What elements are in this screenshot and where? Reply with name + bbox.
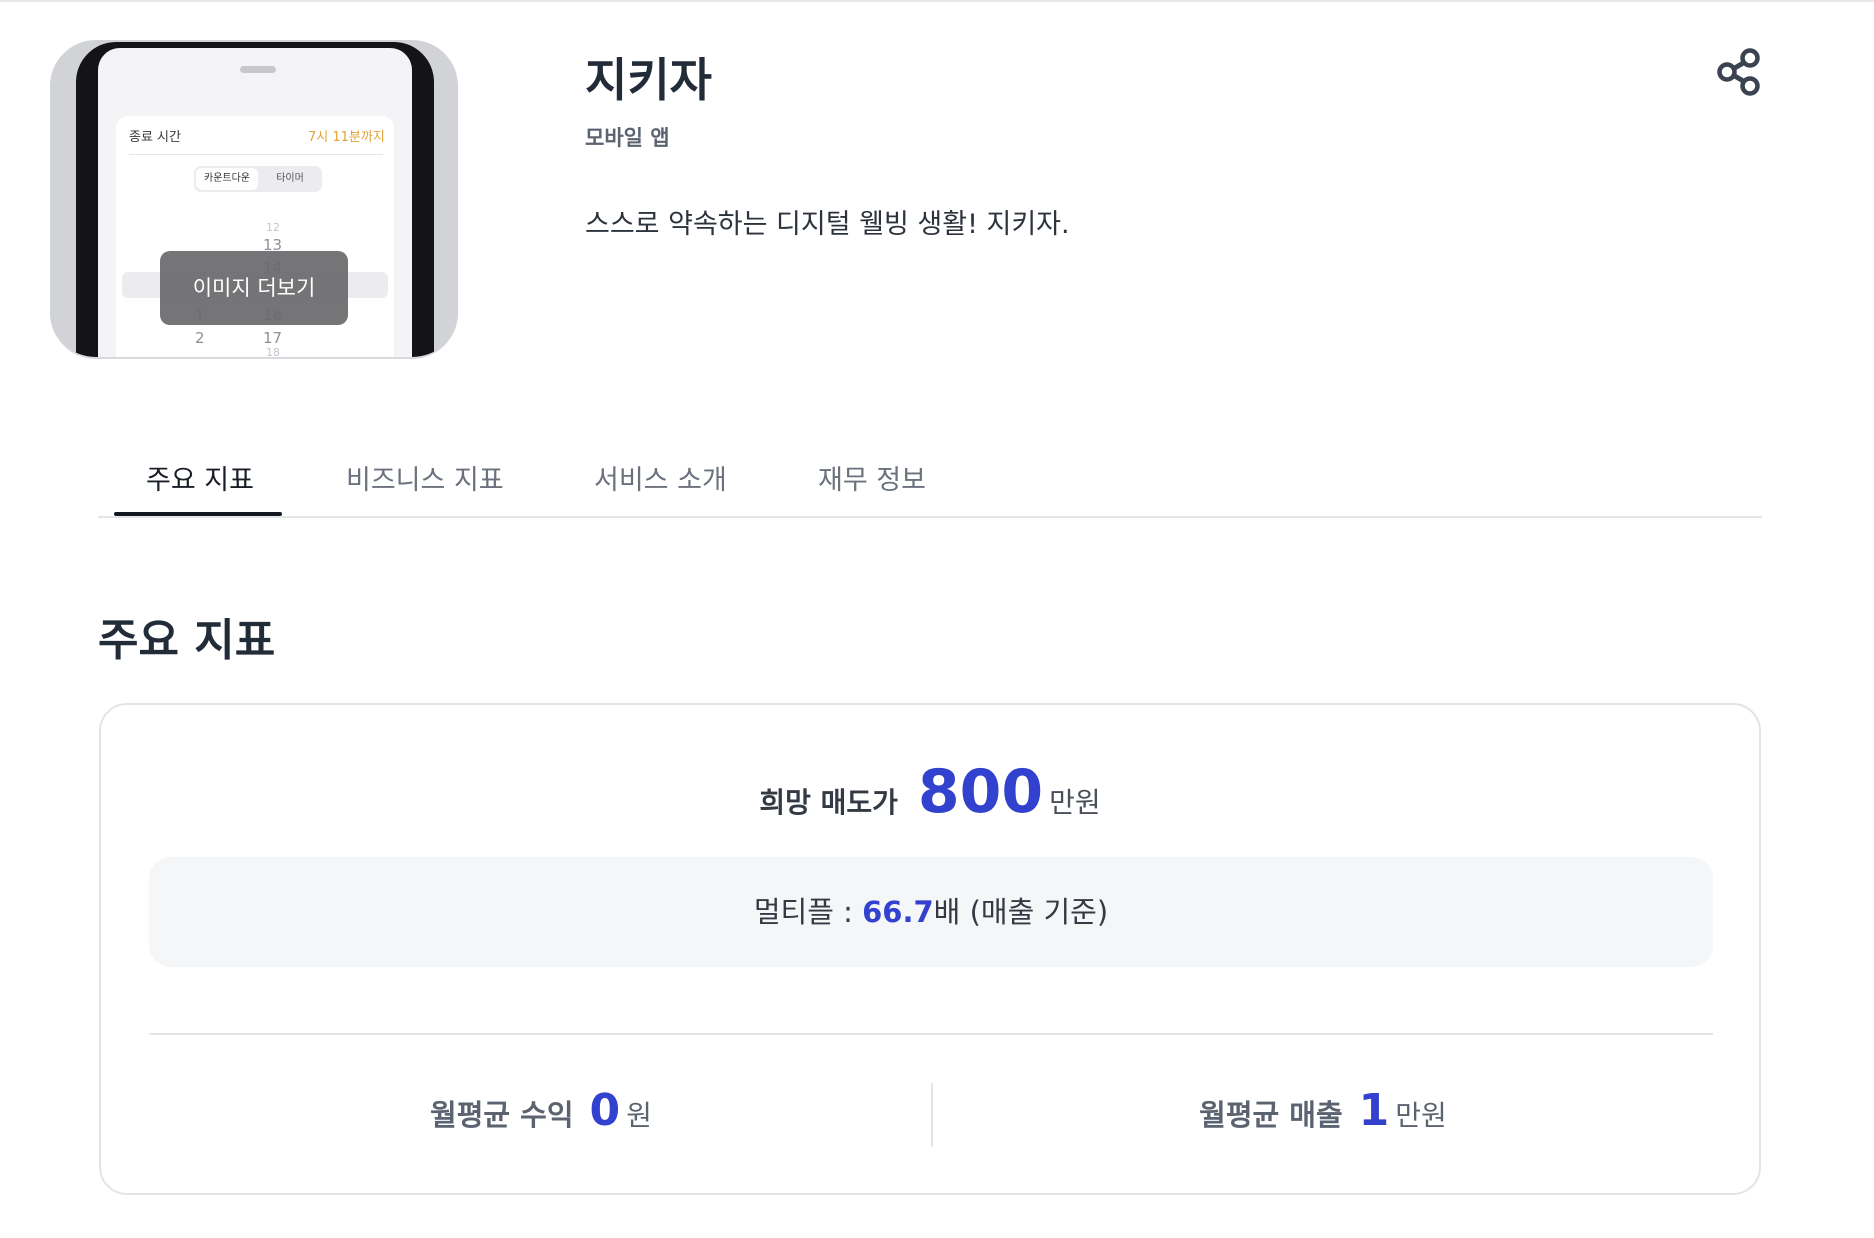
tab-business-metrics[interactable]: 비즈니스 지표 xyxy=(346,458,504,497)
card-divider xyxy=(149,1033,1713,1035)
app-screenshot-thumbnail[interactable]: 종료 시간 7시 11분까지 카운트다운 타이머 12 13 14 1 16 2… xyxy=(50,40,458,359)
monthly-profit-stat: 월평균 수익 0 원 xyxy=(161,1085,921,1136)
picker-number: 18 xyxy=(266,346,280,359)
section-tabs: 주요 지표 비즈니스 지표 서비스 소개 재무 정보 xyxy=(98,448,1762,518)
monthly-revenue-stat: 월평균 매출 1 만원 xyxy=(943,1085,1703,1136)
app-category: 모바일 앱 xyxy=(585,126,670,150)
asking-price-value: 800 xyxy=(917,757,1044,827)
monthly-profit-label: 월평균 수익 xyxy=(430,1098,574,1132)
monthly-profit-value: 0 xyxy=(589,1085,621,1136)
phone-speaker xyxy=(240,66,276,73)
tab-key-metrics[interactable]: 주요 지표 xyxy=(146,458,254,497)
monthly-revenue-unit: 만원 xyxy=(1395,1099,1447,1132)
segment-countdown: 카운트다운 xyxy=(196,168,258,190)
multiple-box: 멀티플 : 66.7배 (매출 기준) xyxy=(149,857,1713,967)
end-time-label: 종료 시간 xyxy=(129,130,181,145)
app-title: 지키자 xyxy=(585,53,712,107)
share-icon[interactable] xyxy=(1715,46,1763,98)
monthly-revenue-label: 월평균 매출 xyxy=(1199,1098,1343,1132)
asking-price-unit: 만원 xyxy=(1049,786,1101,819)
multiple-label: 멀티플 : xyxy=(753,895,863,929)
key-metrics-card: 희망 매도가 800 만원 멀티플 : 66.7배 (매출 기준) 월평균 수익 0 원… xyxy=(99,703,1761,1195)
end-time-value: 7시 11분까지 xyxy=(308,130,385,145)
tab-service-intro[interactable]: 서비스 소개 xyxy=(594,458,727,497)
product-detail-page: 종료 시간 7시 11분까지 카운트다운 타이머 12 13 14 1 16 2… xyxy=(0,0,1874,1238)
more-images-button[interactable]: 이미지 더보기 xyxy=(160,251,348,325)
monthly-profit-unit: 원 xyxy=(626,1099,652,1132)
top-divider xyxy=(0,0,1874,2)
app-description: 스스로 약속하는 디지털 웰빙 생활! 지키자. xyxy=(585,209,1070,240)
picker-number: 12 xyxy=(266,221,280,234)
picker-number: 17 xyxy=(263,329,283,347)
stat-divider xyxy=(931,1083,933,1147)
asking-price-row: 희망 매도가 800 만원 xyxy=(101,757,1759,827)
tab-financial-info[interactable]: 재무 정보 xyxy=(818,458,926,497)
multiple-suffix: 배 (매출 기준) xyxy=(933,895,1109,929)
monthly-revenue-value: 1 xyxy=(1358,1085,1390,1136)
active-tab-indicator xyxy=(114,512,282,516)
asking-price-label: 희망 매도가 xyxy=(759,786,898,819)
multiple-value: 66.7 xyxy=(862,895,934,929)
card-divider xyxy=(129,154,383,155)
section-title: 주요 지표 xyxy=(98,615,276,666)
segment-timer: 타이머 xyxy=(276,173,304,184)
picker-number: 2 xyxy=(195,329,205,347)
